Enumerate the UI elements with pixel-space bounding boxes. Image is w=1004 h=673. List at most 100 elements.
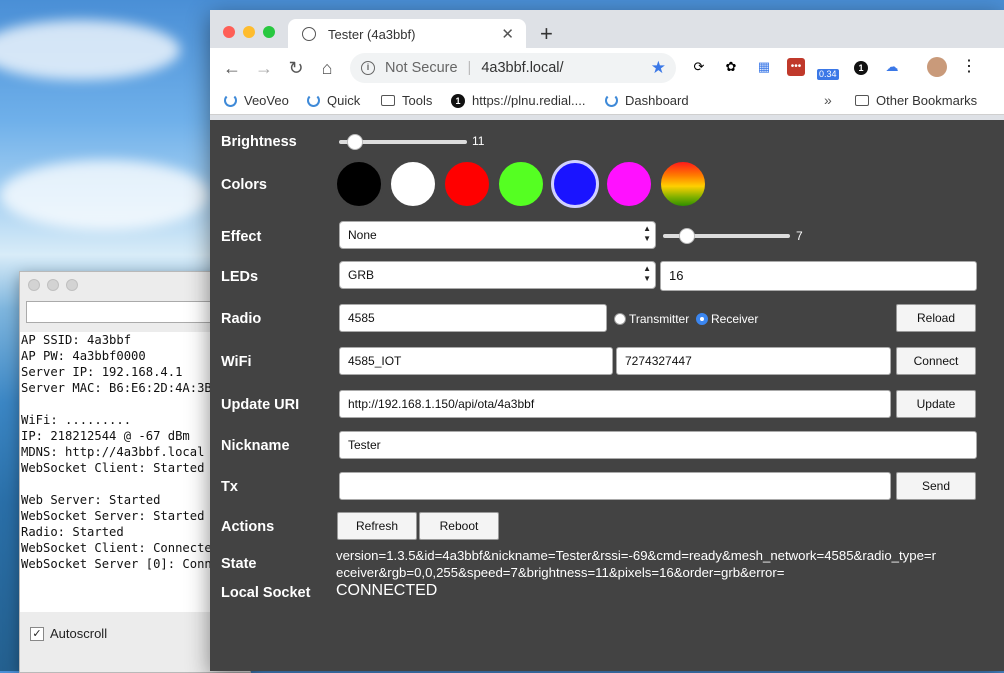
effect-label: Effect — [221, 229, 262, 245]
bookmark-dashboard[interactable]: Dashboard — [605, 93, 689, 108]
state-value: version=1.3.5&id=4a3bbf&nickname=Tester&… — [336, 547, 1000, 581]
close-icon[interactable]: ✕ — [501, 25, 514, 43]
cloud-extension-icon[interactable]: ☁ — [883, 58, 901, 76]
bookmarks-bar: VeoVeo Quick Tools 1 https://plnu.redial… — [210, 88, 1004, 115]
tab-active[interactable]: Tester (4a3bbf) ✕ — [288, 19, 526, 49]
slider-handle[interactable] — [679, 228, 695, 244]
brightness-slider[interactable] — [339, 134, 467, 150]
speed-slider[interactable] — [663, 228, 790, 244]
bookmark-label: https://plnu.redial.... — [472, 93, 586, 108]
url-text[interactable]: 4a3bbf.local/ — [481, 60, 563, 76]
colors-label: Colors — [221, 177, 267, 193]
autoscroll-label: Autoscroll — [50, 626, 108, 641]
refresh-button[interactable]: Refresh — [337, 512, 417, 540]
reload-icon[interactable]: ↻ — [282, 58, 310, 79]
receiver-radio[interactable] — [696, 313, 708, 325]
transmitter-radio[interactable] — [614, 313, 626, 325]
minimize-button[interactable] — [243, 26, 255, 38]
bookmarks-overflow-icon[interactable]: » — [824, 92, 832, 108]
folder-icon — [381, 95, 395, 106]
connect-button[interactable]: Connect — [896, 347, 976, 375]
local-socket-label: Local Socket — [221, 585, 311, 601]
led-order-selected: GRB — [348, 268, 375, 282]
other-bookmarks[interactable]: Other Bookmarks — [855, 93, 977, 108]
palette-extension-icon[interactable]: ✿ — [722, 58, 740, 76]
actions-label: Actions — [221, 519, 275, 535]
brightness-value: 11 — [472, 134, 485, 148]
new-tab-button[interactable]: + — [540, 23, 553, 45]
leds-label: LEDs — [221, 269, 259, 285]
bookmark-plnu[interactable]: 1 https://plnu.redial.... — [451, 93, 585, 108]
radio-network-input[interactable]: 4585 — [339, 304, 607, 332]
led-order-select[interactable]: GRB ▲ ▼ — [339, 261, 656, 289]
browser-window: Tester (4a3bbf) ✕ + ← → ↻ ⌂ i Not Secure… — [210, 10, 1004, 671]
reboot-button[interactable]: Reboot — [419, 512, 499, 540]
tx-input[interactable] — [339, 472, 891, 500]
reload-button[interactable]: Reload — [896, 304, 976, 332]
color-swatch[interactable] — [605, 160, 653, 208]
wifi-password-input[interactable]: 7274327447 — [616, 347, 891, 375]
desktop-cloud — [0, 20, 180, 80]
sync-extension-icon[interactable]: ⟳ — [690, 58, 708, 76]
close-button[interactable] — [223, 26, 235, 38]
local-socket-value: CONNECTED — [336, 582, 438, 599]
window-controls — [223, 26, 275, 38]
bookmark-veoveo[interactable]: VeoVeo — [224, 93, 289, 108]
speedtest-extension-icon[interactable]: 0.34 — [817, 58, 841, 80]
color-swatch[interactable] — [335, 160, 383, 208]
bookmark-label: Dashboard — [625, 93, 689, 108]
transmitter-label: Transmitter — [629, 312, 690, 326]
forward-arrow-icon[interactable]: → — [250, 58, 278, 79]
extension-badge: 0.34 — [817, 69, 839, 80]
effect-select[interactable]: None ▲ ▼ — [339, 221, 656, 249]
back-arrow-icon[interactable]: ← — [218, 58, 246, 79]
color-swatch[interactable] — [389, 160, 437, 208]
zoom-button[interactable] — [263, 26, 275, 38]
lastpass-extension-icon[interactable]: ••• — [787, 58, 805, 76]
bookmark-label: VeoVeo — [244, 93, 289, 108]
bookmark-star-icon[interactable]: ★ — [651, 58, 666, 78]
close-button[interactable] — [28, 278, 40, 291]
color-swatch[interactable] — [497, 160, 545, 208]
wifi-label: WiFi — [221, 354, 252, 370]
autoscroll-checkbox[interactable]: ✓ — [30, 626, 44, 641]
slider-handle[interactable] — [346, 134, 363, 150]
state-line: eceiver&rgb=0,0,255&speed=7&brightness=1… — [336, 565, 785, 580]
receiver-label: Receiver — [711, 312, 759, 326]
radio-label: Radio — [221, 311, 262, 327]
update-button[interactable]: Update — [896, 390, 976, 418]
wifi-ssid-input[interactable]: 4585_IOT — [339, 347, 613, 375]
home-icon[interactable]: ⌂ — [313, 58, 341, 79]
power-icon — [307, 94, 320, 107]
autoscroll-row[interactable]: ✓ Autoscroll — [30, 626, 107, 641]
onepassword-extension-icon[interactable]: 1 — [852, 58, 870, 76]
power-icon — [224, 94, 237, 107]
menu-dots-icon[interactable]: ⋮ — [960, 58, 978, 76]
zoom-button[interactable] — [66, 278, 78, 291]
minimize-button[interactable] — [47, 278, 59, 291]
send-button[interactable]: Send — [896, 472, 976, 500]
bookmark-quick[interactable]: Quick — [307, 93, 360, 108]
nickname-label: Nickname — [221, 438, 290, 454]
effect-selected: None — [348, 228, 377, 242]
onepassword-icon: 1 — [451, 93, 465, 108]
globe-icon — [302, 27, 316, 41]
power-icon — [605, 94, 618, 107]
color-swatch[interactable] — [551, 160, 599, 208]
bookmark-label: Quick — [327, 93, 361, 108]
grid-extension-icon[interactable]: ▦ — [755, 58, 773, 76]
update-uri-input[interactable]: http://192.168.1.150/api/ota/4a3bbf — [339, 390, 891, 418]
brightness-label: Brightness — [221, 134, 297, 150]
bookmark-tools[interactable]: Tools — [381, 93, 432, 108]
tab-strip: Tester (4a3bbf) ✕ + — [210, 10, 1004, 49]
address-bar[interactable]: i Not Secure | 4a3bbf.local/ ★ — [350, 53, 676, 83]
info-icon[interactable]: i — [361, 61, 375, 75]
color-swatch[interactable] — [443, 160, 491, 208]
color-swatch-gradient[interactable] — [659, 160, 707, 208]
led-count-input[interactable]: 16 — [660, 261, 977, 291]
nickname-input[interactable]: Tester — [339, 431, 977, 459]
avatar[interactable] — [927, 57, 947, 77]
state-line: version=1.3.5&id=4a3bbf&nickname=Tester&… — [336, 548, 937, 563]
folder-icon — [855, 95, 869, 106]
state-label: State — [221, 556, 257, 572]
